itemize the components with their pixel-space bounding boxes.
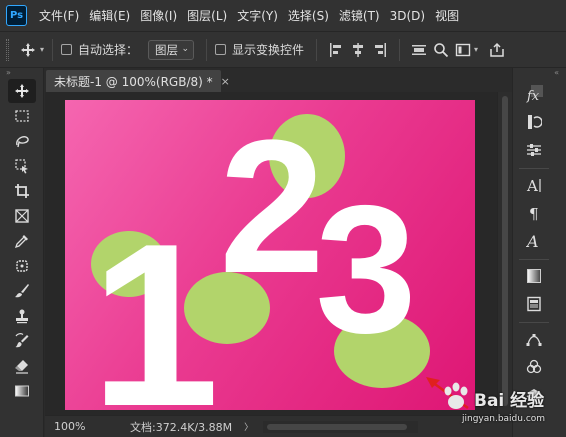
search-icon[interactable] — [430, 39, 452, 61]
menu-3d[interactable]: 3D(D) — [390, 9, 425, 23]
svg-text:fx: fx — [526, 89, 540, 103]
svg-text:¶: ¶ — [529, 205, 539, 221]
digit-2: 2 — [219, 101, 325, 313]
gradient-tool-icon[interactable] — [8, 379, 36, 403]
vertical-scrollbar[interactable] — [497, 92, 512, 415]
separator — [316, 38, 318, 61]
close-icon[interactable]: × — [221, 75, 230, 88]
align-horizontal-center-icon[interactable] — [347, 39, 369, 61]
paragraph-panel-icon[interactable]: ¶ — [522, 201, 546, 225]
svg-text:A: A — [526, 177, 538, 193]
digit-1: 1 — [90, 196, 219, 410]
baidu-jingyan-watermark: Bai 经验 jingyan.baidu.com — [434, 380, 564, 435]
align-left-icon[interactable] — [325, 39, 347, 61]
show-transform-label: 显示变换控件 — [232, 43, 305, 57]
crop-tool-icon[interactable] — [8, 179, 36, 203]
document-tab[interactable]: 未标题-1 @ 100%(RGB/8) * × — [46, 70, 230, 92]
photoshop-logo: Ps — [6, 5, 27, 26]
separator — [399, 38, 401, 61]
auto-select-checkbox[interactable] — [61, 44, 73, 55]
paw-logo-icon — [444, 382, 468, 409]
menu-bar: Ps 文件(F) 编辑(E) 图像(I) 图层(L) 文字(Y) 选择(S) 滤… — [0, 0, 566, 31]
digit-3: 3 — [315, 167, 416, 371]
lasso-tool-icon[interactable] — [8, 129, 36, 153]
svg-text:A: A — [526, 233, 539, 249]
character-panel-icon[interactable]: A — [522, 173, 546, 197]
canvas-artwork: 1 2 3 — [90, 101, 430, 410]
move-tool-preset-icon[interactable] — [17, 39, 39, 61]
options-bar: ▾ 自动选择： 图层 ⌄ 显示变换控件 ▾ — [0, 31, 566, 68]
chevron-down-icon: ⌄ — [181, 43, 190, 54]
move-tool-icon[interactable] — [8, 79, 36, 103]
panel-collapse-arrows[interactable]: » — [0, 68, 43, 78]
canvas[interactable]: 1 2 3 — [65, 100, 475, 410]
menu-file[interactable]: 文件(F) — [39, 7, 79, 24]
separator — [519, 322, 549, 323]
menu-select[interactable]: 选择(S) — [288, 7, 329, 24]
frame-tool-icon[interactable] — [8, 204, 36, 228]
status-menu-arrow[interactable]: 〉 — [244, 420, 253, 433]
paths-panel-icon[interactable] — [522, 327, 546, 351]
menu-filter[interactable]: 滤镜(T) — [339, 7, 380, 24]
document-tab-title: 未标题-1 @ 100%(RGB/8) * — [54, 74, 213, 89]
history-panel-icon[interactable] — [522, 110, 546, 134]
vertical-scrollbar-thumb[interactable] — [502, 96, 508, 406]
tools-panel: » — [0, 68, 44, 437]
object-selection-tool-icon[interactable] — [8, 154, 36, 178]
separator — [52, 38, 54, 61]
options-bar-grip[interactable] — [6, 38, 9, 61]
healing-brush-tool-icon[interactable] — [8, 254, 36, 278]
glyphs-panel-icon[interactable]: A — [522, 229, 546, 253]
channels-panel-icon[interactable] — [522, 355, 546, 379]
libraries-panel-icon[interactable] — [522, 292, 546, 316]
separator — [519, 259, 549, 260]
marquee-tool-icon[interactable] — [8, 104, 36, 128]
menu-edit[interactable]: 编辑(E) — [89, 7, 130, 24]
menu-image[interactable]: 图像(I) — [140, 7, 177, 24]
align-right-icon[interactable] — [369, 39, 391, 61]
share-icon[interactable] — [486, 39, 508, 61]
eyedropper-tool-icon[interactable] — [8, 229, 36, 253]
eraser-tool-icon[interactable] — [8, 354, 36, 378]
show-transform-checkbox[interactable] — [215, 44, 227, 55]
gradients-panel-icon[interactable] — [522, 264, 546, 288]
separator — [519, 168, 549, 169]
menu-view[interactable]: 视图 — [435, 7, 459, 24]
adjustments-panel-icon[interactable] — [522, 138, 546, 162]
brush-tool-icon[interactable] — [8, 279, 36, 303]
auto-select-target-value: 图层 — [155, 42, 179, 57]
document-workspace: 1 2 3 — [45, 92, 497, 415]
fx-styles-icon[interactable]: fx — [522, 82, 546, 106]
clone-stamp-tool-icon[interactable] — [8, 304, 36, 328]
watermark-title: Bai 经验 — [474, 391, 545, 411]
document-info[interactable]: 文档:372.4K/3.88M — [130, 419, 232, 435]
auto-select-label: 自动选择： — [78, 43, 139, 57]
distribute-icon[interactable] — [408, 39, 430, 61]
auto-select-target-dropdown[interactable]: 图层 ⌄ — [148, 39, 195, 60]
panel-collapse-arrows[interactable]: « — [513, 68, 566, 78]
horizontal-scrollbar[interactable] — [263, 420, 419, 433]
history-brush-tool-icon[interactable] — [8, 329, 36, 353]
workspace-icon[interactable] — [452, 39, 474, 61]
menu-type[interactable]: 文字(Y) — [237, 7, 278, 24]
separator — [206, 38, 208, 61]
horizontal-scrollbar-thumb[interactable] — [267, 423, 408, 430]
watermark-url: jingyan.baidu.com — [462, 414, 546, 424]
zoom-level[interactable]: 100% — [54, 420, 90, 433]
menu-layer[interactable]: 图层(L) — [187, 7, 227, 24]
